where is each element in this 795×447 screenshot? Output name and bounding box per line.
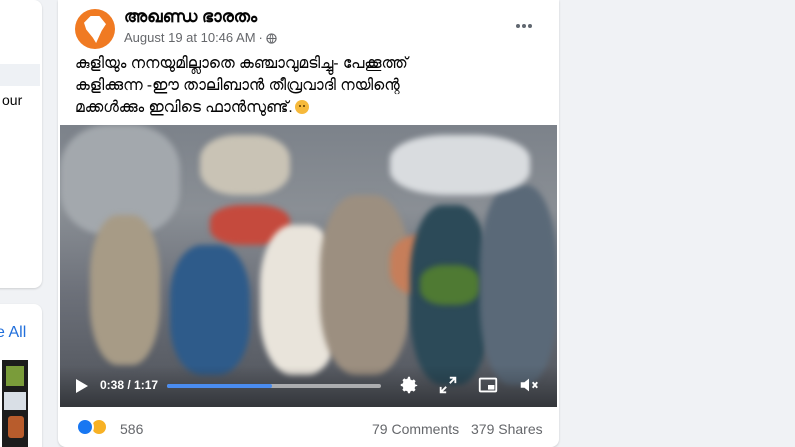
thumbnail-image[interactable]	[2, 360, 28, 447]
post-meta: August 19 at 10:46 AM ·	[124, 30, 277, 45]
settings-gear-icon[interactable]	[398, 374, 422, 398]
sidebar-highlight[interactable]	[0, 64, 40, 86]
post-footer: 586 79 Comments 379 Shares	[58, 412, 559, 447]
picture-in-picture-icon[interactable]	[477, 374, 501, 398]
video-time: 0:38 / 1:17	[100, 378, 159, 392]
left-sidebar-card: our	[0, 0, 42, 288]
see-all-link[interactable]: e All	[0, 324, 26, 342]
more-dots-icon	[516, 24, 532, 28]
post-timestamp[interactable]: August 19 at 10:46 AM	[124, 30, 256, 45]
comments-count[interactable]: 79 Comments	[372, 421, 459, 437]
play-icon[interactable]	[72, 377, 90, 395]
reaction-count[interactable]: 586	[120, 421, 143, 437]
video-controls: 0:38 / 1:17	[60, 365, 557, 407]
sidebar-partial-text: our	[2, 92, 23, 108]
video-player[interactable]: 0:38 / 1:17	[60, 125, 557, 407]
shares-count[interactable]: 379 Shares	[471, 421, 543, 437]
globe-icon[interactable]	[266, 32, 277, 44]
like-reaction-icon	[76, 418, 94, 436]
fullscreen-icon[interactable]	[437, 374, 461, 398]
caption-line-last: മക്കൾക്കും ഇവിടെ ഫാൻസുണ്ട്.	[75, 97, 545, 119]
caption-line: മക്കൾക്കും ഇവിടെ ഫാൻസുണ്ട്.	[75, 99, 293, 116]
mute-icon[interactable]	[518, 374, 542, 398]
more-options-button[interactable]	[510, 12, 538, 40]
feed-post: അഖണ്ഡ ഭാരതം August 19 at 10:46 AM · കുളി…	[58, 0, 559, 447]
seek-progress	[167, 384, 272, 388]
page-avatar[interactable]	[75, 9, 115, 49]
frown-emoji-icon	[294, 100, 309, 114]
meta-separator: ·	[258, 30, 263, 45]
caption-line: കളിക്കുന്ന -ഈ താലിബാൻ തീവ്രവാദി നയിന്റെ	[75, 77, 400, 94]
seek-bar[interactable]	[167, 384, 381, 388]
reaction-icons[interactable]	[76, 418, 108, 436]
post-caption: കുളിയും നനയുമില്ലാതെ കഞ്ചാവുമടിച്ചു- പേക…	[75, 53, 545, 119]
page-name[interactable]: അഖണ്ഡ ഭാരതം	[124, 7, 257, 27]
left-sidebar-card-lower: e All	[0, 304, 42, 447]
caption-line: കുളിയും നനയുമില്ലാതെ കഞ്ചാവുമടിച്ചു- പേക…	[75, 55, 408, 72]
